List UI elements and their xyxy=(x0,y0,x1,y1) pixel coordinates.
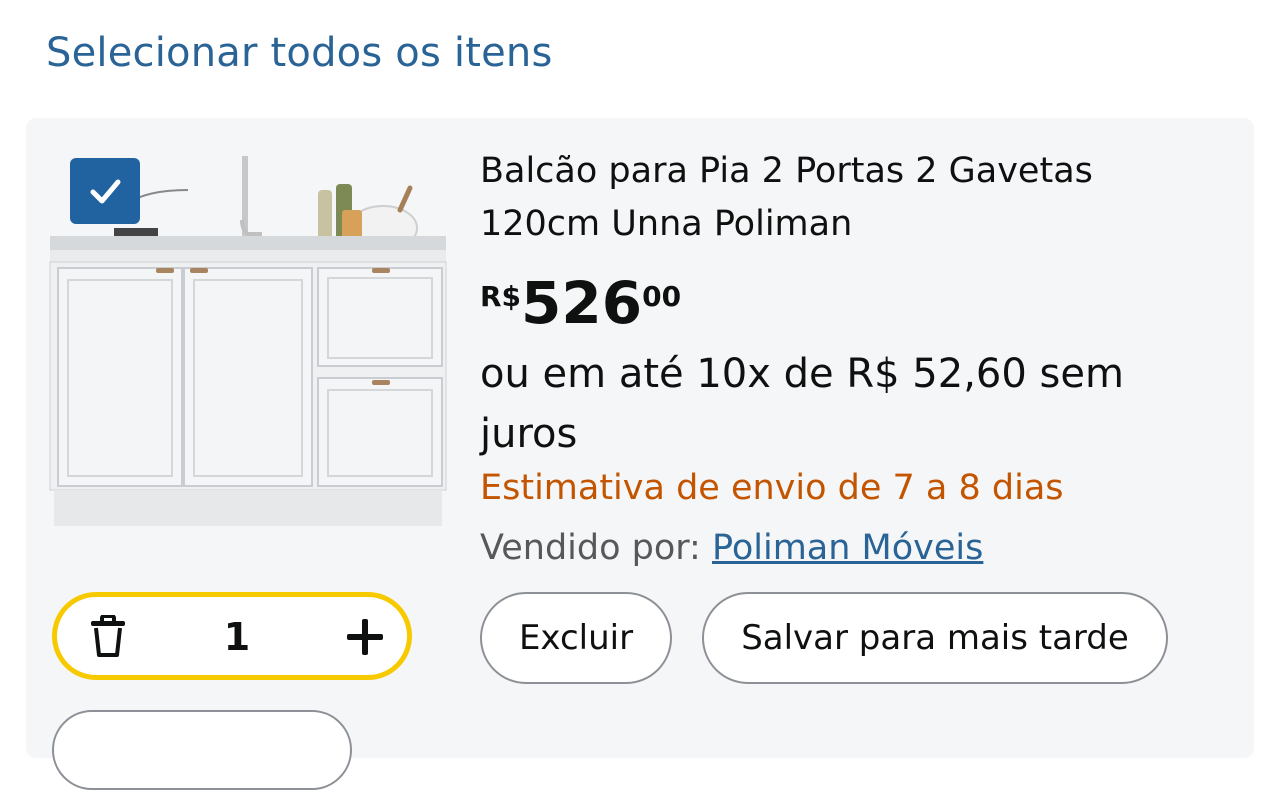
seller-label: Vendido por: xyxy=(480,528,701,568)
seller-info: Vendido por: Poliman Móveis xyxy=(480,528,983,568)
product-price: R$ 526 00 xyxy=(480,270,681,336)
shipping-estimate: Estimativa de envio de 7 a 8 dias xyxy=(480,468,1064,508)
partial-button[interactable] xyxy=(52,710,352,790)
delete-button[interactable]: Excluir xyxy=(480,592,672,684)
price-whole: 526 xyxy=(521,269,643,337)
product-title-link[interactable]: Balcão para Pia 2 Portas 2 Gavetas 120cm… xyxy=(480,145,1200,251)
quantity-stepper: 1 xyxy=(52,592,412,680)
quantity-value: 1 xyxy=(223,615,251,659)
checkmark-icon xyxy=(90,179,121,204)
select-all-link[interactable]: Selecionar todos os itens xyxy=(46,30,553,76)
price-currency: R$ xyxy=(480,280,522,313)
price-cents: 00 xyxy=(642,280,682,313)
seller-link[interactable]: Poliman Móveis xyxy=(712,528,983,568)
save-for-later-button[interactable]: Salvar para mais tarde xyxy=(702,592,1168,684)
trash-icon[interactable] xyxy=(87,615,129,659)
plus-icon[interactable] xyxy=(345,617,385,657)
installments-text: ou em até 10x de R$ 52,60 sem juros xyxy=(480,351,1124,457)
item-select-checkbox[interactable] xyxy=(70,158,140,224)
